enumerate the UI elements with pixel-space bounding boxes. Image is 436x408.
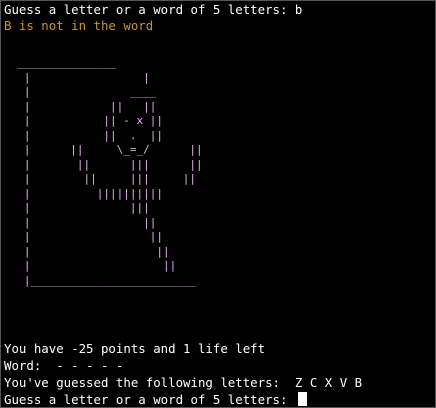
hangman-gallows-art: _______________ | | | ____ | || || | || … xyxy=(17,56,203,287)
word-progress-line: Word: - - - - - xyxy=(4,358,124,373)
guess-feedback-message: B is not in the word xyxy=(4,18,154,33)
previous-guess-prompt: Guess a letter or a word of 5 letters: b xyxy=(4,2,303,17)
input-prompt-text: Guess a letter or a word of 5 letters: xyxy=(4,392,295,407)
score-status-line: You have -25 points and 1 life left xyxy=(4,341,266,356)
guessed-letters-line: You've guessed the following letters: Z … xyxy=(4,375,363,390)
input-line[interactable]: Guess a letter or a word of 5 letters: xyxy=(4,391,307,408)
terminal-window: Guess a letter or a word of 5 letters: b… xyxy=(0,0,436,408)
text-cursor[interactable] xyxy=(297,392,307,406)
